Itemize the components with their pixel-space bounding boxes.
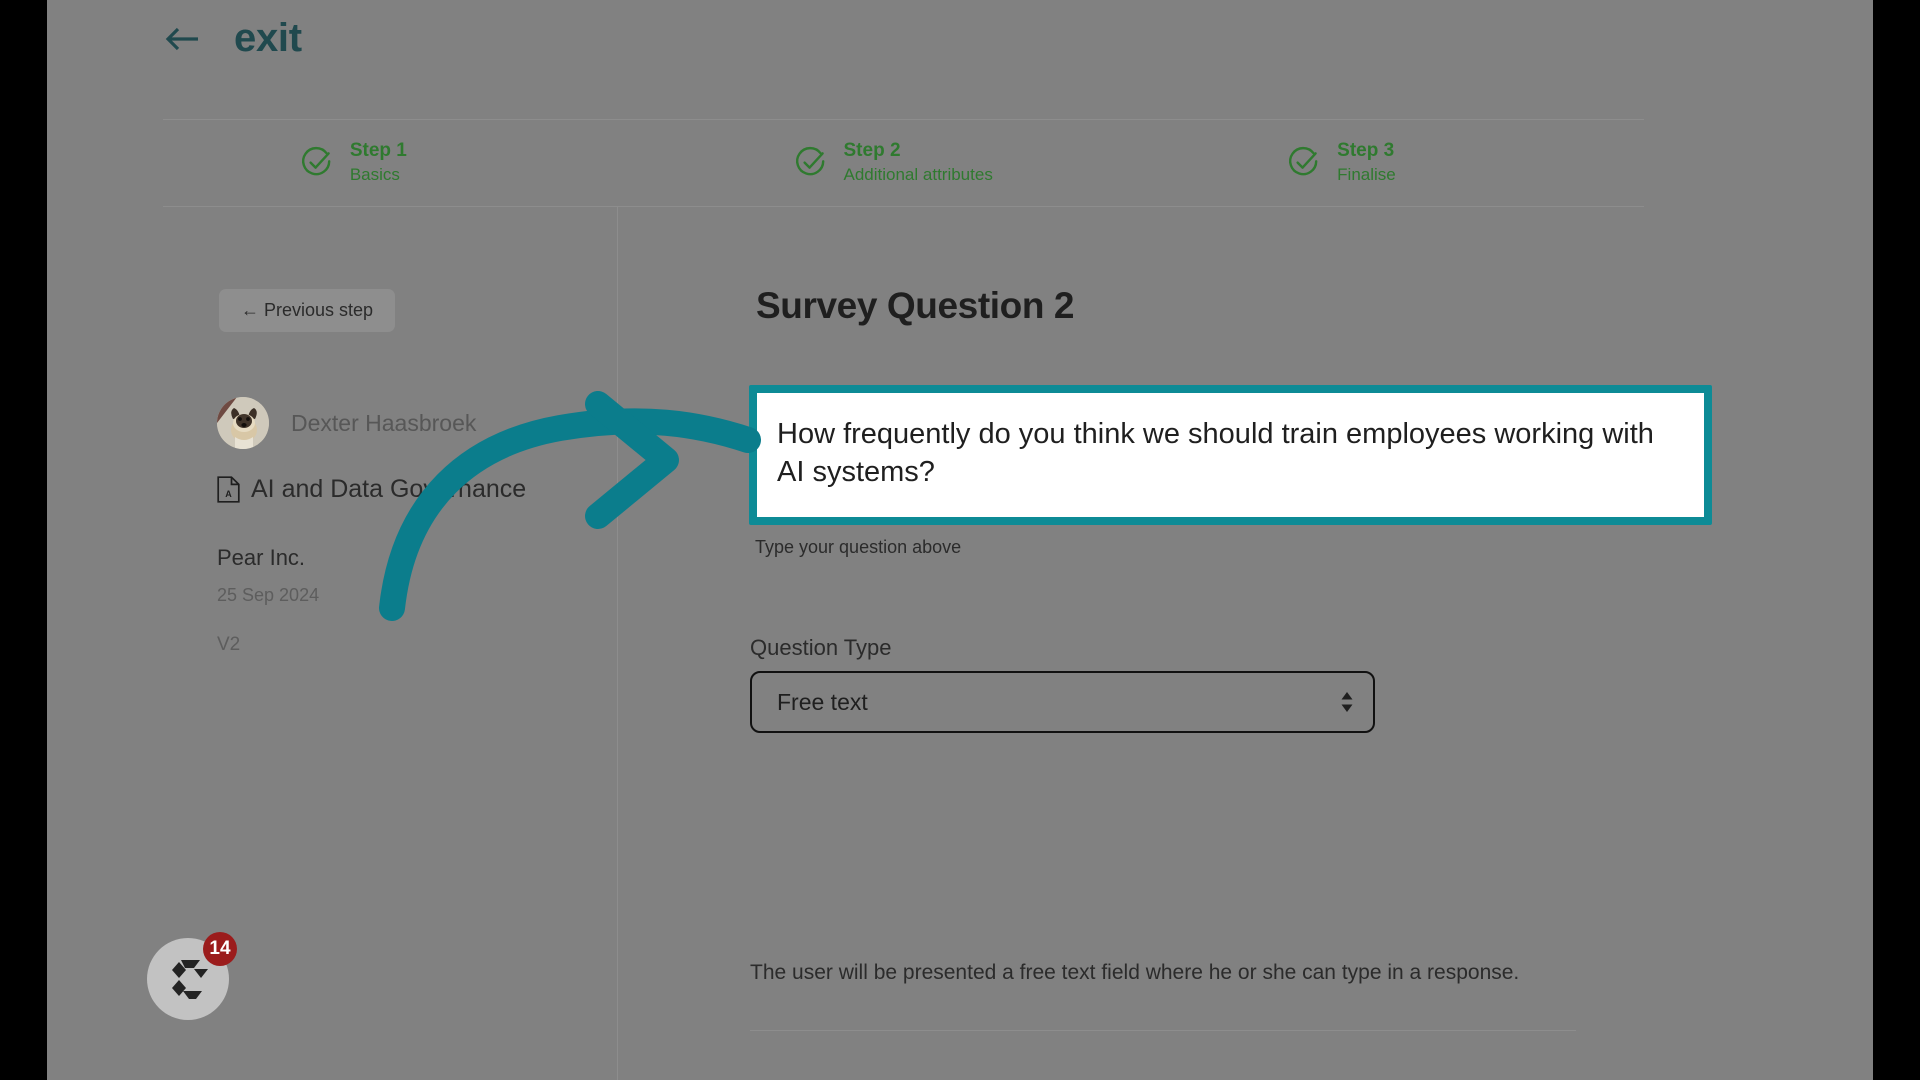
help-widget-badge: 14 [203, 932, 237, 966]
stepper-step-2-title: Step 2 [843, 140, 901, 162]
organisation-name: Pear Inc. [217, 545, 306, 570]
top-bar: exit [47, 0, 1873, 118]
question-input[interactable] [757, 393, 1704, 517]
check-circle-icon [1289, 146, 1318, 176]
dog-photo-avatar [217, 397, 269, 449]
document-title: AI and Data Governance [251, 475, 527, 503]
check-circle-icon [301, 146, 331, 176]
user-name: Dexter Haasbroek [291, 409, 477, 436]
section-divider [750, 1030, 1576, 1031]
stepper-step-3[interactable]: Step 3 Finalise [1150, 120, 1644, 206]
stepper-step-1[interactable]: Step 1 Basics [163, 120, 657, 206]
pdf-file-icon: A [217, 476, 240, 503]
user-row: Dexter Haasbroek [217, 397, 476, 449]
stepper-step-2[interactable]: Step 2 Additional attributes [657, 120, 1151, 206]
stepper-step-2-subtitle: Additional attributes [843, 165, 993, 185]
page-title: Survey Question 2 [756, 285, 1075, 326]
stepper-step-3-title: Step 3 [1337, 140, 1395, 162]
question-help-text: Type your question above [755, 537, 962, 557]
check-circle-icon [795, 146, 824, 176]
question-field-group [749, 385, 1712, 525]
document-date: 25 Sep 2024 [217, 585, 320, 605]
stepper-step-3-text: Step 3 Finalise [1337, 140, 1507, 185]
question-type-select-wrap: Free text [750, 671, 1375, 733]
stepper: Step 1 Basics Step 2 Additional attribut… [163, 119, 1644, 207]
question-type-select[interactable]: Free text [750, 671, 1375, 733]
exit-button[interactable]: exit [164, 16, 302, 61]
question-type-label: Question Type [750, 635, 892, 660]
main-content: Survey Question 2 Type your question abo… [619, 207, 1712, 1080]
document-link[interactable]: A AI and Data Governance [217, 475, 526, 504]
question-type-description: The user will be presented a free text f… [750, 961, 1520, 984]
stepper-step-2-text: Step 2 Additional attributes [844, 140, 1014, 185]
document-version: V2 [217, 634, 241, 655]
arrow-left-icon [165, 27, 198, 50]
avatar [217, 397, 269, 449]
previous-step-button[interactable]: ← Previous step [219, 289, 396, 332]
stepper-step-1-title: Step 1 [349, 140, 407, 162]
stepper-step-1-subtitle: Basics [349, 165, 400, 185]
app-page: exit Step 1 Basics Step 2 Additional att… [47, 0, 1873, 1080]
stepper-step-3-subtitle: Finalise [1337, 165, 1396, 185]
svg-text:A: A [225, 489, 232, 499]
screenshot-root: exit Step 1 Basics Step 2 Additional att… [0, 0, 1920, 1080]
stepper-step-1-text: Step 1 Basics [350, 140, 520, 185]
exit-label: exit [234, 16, 302, 60]
help-widget[interactable]: 14 [147, 932, 237, 1020]
